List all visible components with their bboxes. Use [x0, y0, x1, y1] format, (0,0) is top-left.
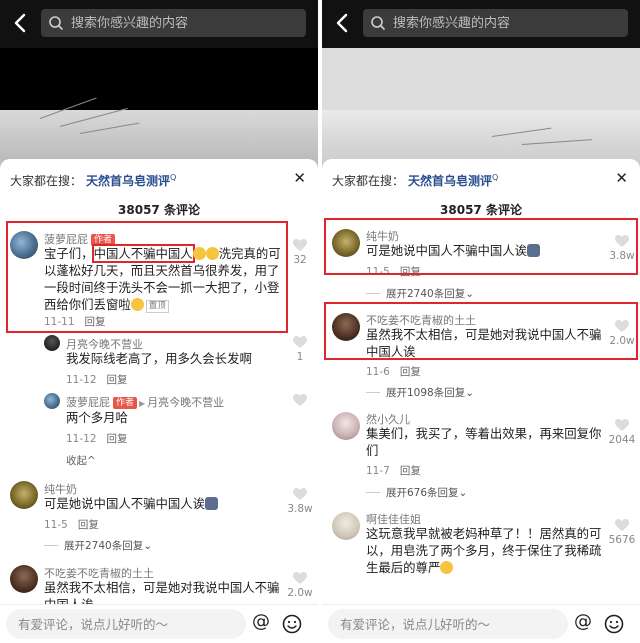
- comment-sheet: 大家都在搜： 天然首乌皂测评Q ✕ 38057 条评论 菠萝屁屁 作者 宝子们，中国…: [0, 159, 318, 643]
- like-count: 2044: [608, 434, 636, 446]
- avatar[interactable]: [44, 393, 60, 409]
- emoji-icon: [205, 497, 219, 510]
- avatar[interactable]: [10, 481, 38, 509]
- comment-text: 我发际线老高了，用多久会长发啊: [66, 351, 252, 366]
- search-icon: [49, 16, 63, 30]
- heart-icon: [293, 572, 307, 584]
- like-button[interactable]: 5676: [607, 518, 637, 546]
- avatar[interactable]: [44, 335, 60, 351]
- close-icon[interactable]: ✕: [615, 169, 628, 187]
- back-icon[interactable]: [10, 11, 32, 35]
- highlight-box: [6, 221, 288, 333]
- comment-count: 38057 条评论: [440, 203, 522, 217]
- heart-icon: [293, 394, 307, 406]
- reply-button[interactable]: 回复: [107, 433, 128, 445]
- back-icon[interactable]: [332, 11, 354, 35]
- avatar[interactable]: [10, 565, 38, 593]
- expand-replies[interactable]: 展开2740条回复⌄: [366, 286, 474, 301]
- like-count: 2.0w: [287, 587, 313, 599]
- reply-button[interactable]: 回复: [78, 519, 99, 531]
- top-bar: [322, 0, 640, 48]
- right-screenshot-panel: 大家都在搜：天然首乌皂测评Q ✕ 38057 条评论 纯牛奶 可是她说中国人不骗…: [322, 0, 640, 643]
- hot-search[interactable]: 大家都在搜： 天然首乌皂测评Q: [332, 172, 498, 189]
- left-screenshot-panel: 大家都在搜：天然首乌皂测评Q ✕ 38057 条评论 菠萝屁屁作者 宝子们，中国…: [0, 0, 318, 643]
- comment-meta: 11-12 回复: [66, 374, 128, 386]
- like-button[interactable]: 1: [285, 335, 315, 363]
- like-button[interactable]: 3.8w: [285, 487, 315, 515]
- comment-input[interactable]: [340, 609, 560, 639]
- close-icon[interactable]: ✕: [293, 169, 306, 187]
- comment-text: 两个多月哈: [66, 410, 128, 425]
- username[interactable]: 菠萝屁屁 作者 ▶ 月亮今晚不营业: [66, 394, 224, 410]
- emoji-icon: [440, 561, 454, 574]
- chevron-up-icon: ^: [87, 455, 96, 467]
- reply-button[interactable]: 回复: [107, 374, 128, 386]
- comment-meta: 11-5 回复: [44, 519, 99, 531]
- comment-input[interactable]: [18, 609, 238, 639]
- expand-replies[interactable]: 展开676条回复⌄: [366, 485, 467, 500]
- heart-icon: [293, 336, 307, 348]
- search-input[interactable]: [71, 9, 299, 37]
- comment-input-wrap[interactable]: [328, 609, 568, 639]
- comment-input-bar: @: [0, 604, 318, 643]
- collapse-button[interactable]: 收起^: [66, 453, 96, 468]
- search-input[interactable]: [393, 9, 621, 37]
- chevron-down-icon: ⌄: [465, 387, 475, 399]
- hot-search-keyword[interactable]: 天然首乌皂测评: [408, 174, 492, 188]
- video-area: [322, 48, 640, 173]
- heart-icon: [293, 488, 307, 500]
- highlight-box: [324, 302, 638, 360]
- reply-arrow-icon: ▶: [139, 399, 146, 408]
- like-button[interactable]: 2.0w: [285, 571, 315, 599]
- comment-text: 这玩意我早就被老妈种草了！！居然真的可以，用皂洗了两个多月，终于保住了我稀疏生最…: [366, 526, 602, 575]
- top-bar: [0, 0, 318, 48]
- comment-meta: 11-7 回复: [366, 465, 421, 477]
- like-button[interactable]: [285, 393, 315, 407]
- reply-button[interactable]: 回复: [400, 465, 421, 477]
- comment-count: 38057 条评论: [118, 203, 200, 217]
- smile-icon[interactable]: [282, 614, 302, 634]
- search-box[interactable]: [41, 9, 306, 37]
- like-button[interactable]: 32: [285, 238, 315, 266]
- hot-search-keyword[interactable]: 天然首乌皂测评: [86, 174, 170, 188]
- hot-search-mark: Q: [170, 173, 177, 182]
- chevron-down-icon: ⌄: [465, 288, 475, 300]
- smile-icon[interactable]: [604, 614, 624, 634]
- hot-search[interactable]: 大家都在搜： 天然首乌皂测评Q: [10, 172, 176, 189]
- like-count: 32: [293, 254, 307, 266]
- comment-meta: 11-12 回复: [66, 433, 128, 445]
- heart-icon: [615, 419, 629, 431]
- hot-search-label: 大家都在搜：: [332, 174, 405, 188]
- heart-icon: [615, 519, 629, 531]
- comment-input-wrap[interactable]: [6, 609, 246, 639]
- comment-text: 可是她说中国人不骗中国人诶: [44, 495, 279, 512]
- hot-search-label: 大家都在搜：: [10, 174, 83, 188]
- author-badge: 作者: [113, 397, 138, 409]
- like-button[interactable]: 2044: [607, 418, 637, 446]
- expand-replies[interactable]: 展开2740条回复⌄: [44, 538, 152, 553]
- avatar[interactable]: [332, 412, 360, 440]
- at-icon[interactable]: @: [252, 611, 270, 632]
- expand-replies[interactable]: 展开1098条回复⌄: [366, 385, 474, 400]
- chevron-down-icon: ⌄: [458, 487, 468, 499]
- at-icon[interactable]: @: [574, 611, 592, 632]
- heart-icon: [293, 239, 307, 251]
- comment-input-bar: @: [322, 604, 640, 643]
- reply-button[interactable]: 回复: [400, 366, 421, 378]
- like-count: 1: [296, 351, 304, 363]
- comment-text: 集美们，我买了，等着出效果，再来回复你们: [366, 426, 602, 458]
- search-box[interactable]: [363, 9, 628, 37]
- video-area: [0, 48, 318, 173]
- avatar[interactable]: [332, 512, 360, 540]
- comment-meta: 11-6 回复: [366, 366, 421, 378]
- highlight-box: [324, 218, 638, 275]
- like-count: 3.8w: [287, 503, 313, 515]
- chevron-down-icon: ⌄: [143, 540, 153, 552]
- search-icon: [371, 16, 385, 30]
- hot-search-mark: Q: [492, 173, 499, 182]
- like-count: 5676: [608, 534, 636, 546]
- comment-sheet: 大家都在搜： 天然首乌皂测评Q ✕ 38057 条评论 纯牛奶 可是她说中国人不骗…: [322, 159, 640, 643]
